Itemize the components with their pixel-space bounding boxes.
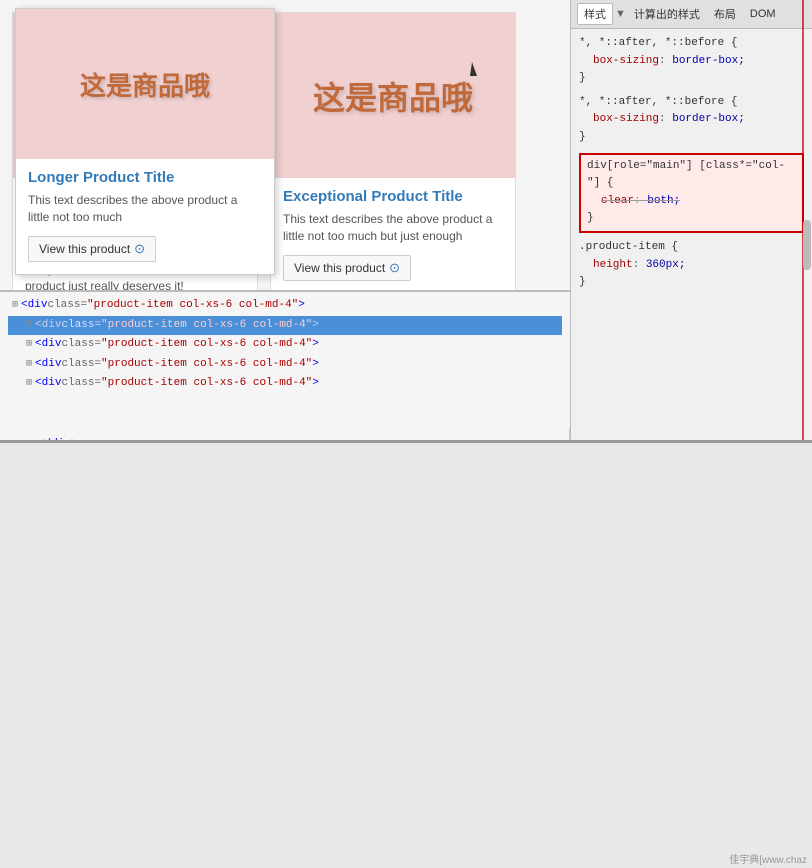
css-panel-toolbar-bottom: 样式 ▼ 计算出的样式 布局 DOM bbox=[571, 0, 812, 29]
popup-card-title: Longer Product Title bbox=[28, 169, 262, 186]
css-rule-b1: *, *::after, *::before { box-sizing: bor… bbox=[579, 35, 804, 88]
css-panel-bottom: 样式 ▼ 计算出的样式 布局 DOM *, *::after, *::befor… bbox=[570, 0, 812, 428]
tab-dom-bottom[interactable]: DOM bbox=[744, 6, 782, 22]
view-button-label-1: View this product bbox=[294, 261, 385, 275]
scrollbar-bottom[interactable] bbox=[803, 220, 811, 270]
tree-row-b2[interactable]: ⊞ <div class="product-item col-xs-6 col-… bbox=[8, 335, 562, 355]
devtools-html-bottom: ⊞ <div class="product-item col-xs-6 col-… bbox=[0, 290, 570, 428]
css-rule-b2: *, *::after, *::before { box-sizing: bor… bbox=[579, 94, 804, 147]
css-rule-b-highlighted: div[role="main"] [class*="col-"] { clear… bbox=[579, 153, 804, 233]
popup-view-button[interactable]: View this product ⊙ bbox=[28, 236, 156, 262]
mouse-cursor bbox=[470, 62, 486, 82]
popup-view-arrow-icon: ⊙ bbox=[134, 241, 145, 257]
css-rules-bottom: *, *::after, *::before { box-sizing: bor… bbox=[571, 29, 812, 304]
view-arrow-icon-1: ⊙ bbox=[389, 260, 400, 276]
panel-divider bbox=[0, 440, 812, 443]
tab-layout-bottom[interactable]: 布局 bbox=[708, 4, 742, 24]
view-button-1[interactable]: View this product ⊙ bbox=[283, 255, 411, 281]
tree-row-b3[interactable]: ⊞ <div class="product-item col-xs-6 col-… bbox=[8, 355, 562, 375]
tree-row-b1[interactable]: ⊞ <div class="product-item col-xs-6 col-… bbox=[8, 316, 562, 336]
popup-card-image: 这是商品哦 bbox=[16, 9, 274, 159]
popup-card-body: Longer Product Title This text describes… bbox=[16, 159, 274, 274]
popup-view-button-label: View this product bbox=[39, 242, 130, 256]
tab-computed-bottom[interactable]: 计算出的样式 bbox=[628, 4, 706, 24]
card-title-1: Exceptional Product Title bbox=[283, 188, 503, 205]
tree-row-b0[interactable]: ⊞ <div class="product-item col-xs-6 col-… bbox=[8, 296, 562, 316]
card-image-1: 这是商品哦 bbox=[271, 13, 515, 178]
popup-card-desc: This text describes the above product a … bbox=[28, 192, 262, 226]
card-desc-1: This text describes the above product a … bbox=[283, 211, 503, 245]
card-image-text-1: 这是商品哦 bbox=[313, 73, 473, 119]
tab-styles-bottom[interactable]: 样式 bbox=[577, 3, 613, 25]
css-rule-b3: .product-item { height: 360px; } bbox=[579, 239, 804, 292]
html-tree-bottom: ⊞ <div class="product-item col-xs-6 col-… bbox=[0, 292, 570, 398]
popup-image-text: 这是商品哦 bbox=[80, 66, 210, 103]
tree-row-b4[interactable]: ⊞ <div class="product-item col-xs-6 col-… bbox=[8, 374, 562, 394]
watermark: 佳宇典[www.chaz bbox=[729, 851, 807, 866]
red-vertical-line-bottom bbox=[802, 0, 804, 428]
card-body-1: Exceptional Product Title This text desc… bbox=[271, 178, 515, 293]
product-popup-card: 这是商品哦 Longer Product Title This text des… bbox=[15, 8, 275, 275]
